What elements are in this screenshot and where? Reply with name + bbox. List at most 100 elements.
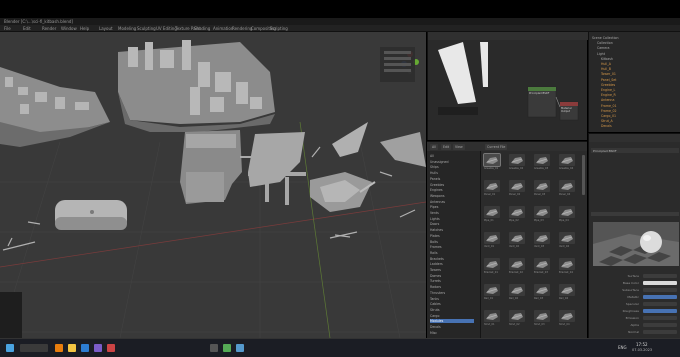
asset-thumbnail[interactable] (559, 310, 575, 322)
asset-thumbnail[interactable] (559, 232, 575, 244)
outliner-row[interactable]: Camera (597, 46, 610, 50)
menu-item[interactable]: Window (61, 25, 77, 32)
catalog-tree-item[interactable]: Hulls (430, 171, 474, 175)
asset-thumbnail[interactable] (559, 154, 575, 166)
catalog-tree-item[interactable]: Decals (430, 325, 474, 329)
menu-item[interactable]: Render (42, 25, 56, 32)
asset-thumbnail[interactable] (559, 284, 575, 296)
catalog-tree-item[interactable]: Tanks (430, 297, 474, 301)
outliner-row[interactable]: Greebles (601, 83, 615, 87)
catalog-tree-item[interactable]: Bolts (430, 240, 474, 244)
asset-thumbnail[interactable] (509, 284, 525, 296)
asset-thumbnail[interactable] (484, 232, 500, 244)
properties-editor[interactable]: Principled BSDF Surface Base Color Subsurf… (588, 133, 680, 338)
menu-item[interactable]: Scripting (270, 25, 288, 32)
catalog-tree-item[interactable]: Plates (430, 234, 474, 238)
asset-library-select[interactable]: Current File (485, 144, 508, 150)
asset-thumbnail[interactable] (484, 284, 500, 296)
catalog-tree-item[interactable]: Turrets (430, 279, 474, 283)
property-field[interactable] (643, 330, 677, 334)
asset-tab-all[interactable]: All (430, 144, 438, 150)
taskbar-clock[interactable]: 17:52 (636, 342, 648, 347)
asset-thumbnail[interactable] (509, 206, 525, 218)
menu-item[interactable]: Sculpting (137, 25, 156, 32)
menu-item[interactable]: File (4, 25, 11, 32)
catalog-tree-item[interactable]: Misc (430, 331, 474, 335)
menu-item[interactable]: Rendering (232, 25, 252, 32)
catalog-tree-item[interactable]: Antennas (430, 200, 474, 204)
catalog-tree-item[interactable]: All (430, 154, 474, 158)
outliner-row[interactable]: Engine_R (601, 93, 616, 97)
property-field[interactable] (643, 288, 677, 292)
outliner-row[interactable]: Strut_A (601, 119, 613, 123)
app-taskbar-icon-4[interactable] (236, 344, 244, 352)
catalog-tree-item[interactable]: Brackets (430, 257, 474, 261)
asset-catalog-tree[interactable]: All Unassigned Ships Hulls Panels Greebles Eng… (427, 151, 481, 338)
catalog-tree-item[interactable]: Vents (430, 211, 474, 215)
edge-taskbar-icon[interactable] (81, 344, 89, 352)
app-taskbar-icon[interactable] (94, 344, 102, 352)
catalog-tree-item[interactable]: Pipes (430, 205, 474, 209)
property-field[interactable] (643, 309, 677, 313)
asset-tab-edit[interactable]: Edit (441, 144, 452, 150)
property-field[interactable] (643, 295, 677, 299)
outliner-row[interactable]: Hull_A (601, 62, 611, 66)
outliner-row[interactable]: Kitbash (601, 57, 613, 61)
outliner-row[interactable]: Scene Collection (592, 36, 619, 40)
asset-thumbnail[interactable] (484, 310, 500, 322)
catalog-tree-item[interactable]: Hatches (430, 228, 474, 232)
asset-thumbnail[interactable] (559, 258, 575, 270)
asset-thumbnail[interactable] (559, 180, 575, 192)
outliner-row[interactable]: Frame_02 (601, 109, 617, 113)
outliner-row[interactable]: Engine_L (601, 88, 615, 92)
catalog-tree-item[interactable]: Rails (430, 251, 474, 255)
catalog-tree-item[interactable]: Radars (430, 285, 474, 289)
catalog-tree-item[interactable]: Cargo (430, 314, 474, 318)
catalog-tree-item[interactable]: Frames (430, 245, 474, 249)
outliner-row[interactable]: Panel_Set (601, 78, 616, 82)
asset-thumbnail[interactable] (509, 258, 525, 270)
outliner-row[interactable]: Collection (597, 41, 613, 45)
catalog-tree-item[interactable]: Panels (430, 177, 474, 181)
catalog-tree-item[interactable]: Struts (430, 308, 474, 312)
property-field[interactable] (643, 323, 677, 327)
catalog-tree-item[interactable]: Ships (430, 165, 474, 169)
asset-thumbnail[interactable] (559, 206, 575, 218)
outliner-row[interactable]: Light (597, 52, 605, 56)
taskbar-search[interactable] (20, 344, 48, 352)
asset-thumbnail[interactable] (509, 310, 525, 322)
catalog-tree-item[interactable]: Doors (430, 222, 474, 226)
property-field[interactable] (643, 281, 677, 285)
property-field[interactable] (643, 274, 677, 278)
outliner-row[interactable]: Decals (601, 124, 612, 128)
catalog-tree-item[interactable]: Cables (430, 302, 474, 306)
asset-thumbnail[interactable] (509, 180, 525, 192)
property-field[interactable] (643, 302, 677, 306)
asset-thumbnail[interactable] (509, 154, 525, 166)
asset-thumbnail[interactable] (534, 206, 550, 218)
app-taskbar-icon-3[interactable] (223, 344, 231, 352)
asset-thumbnail[interactable] (484, 180, 500, 192)
catalog-tree-item[interactable]: Lights (430, 217, 474, 221)
asset-grid[interactable]: Greeble_01 Greeble_02 Greeble_03 Greeble_04… (481, 151, 587, 338)
menu-item[interactable]: Edit (23, 25, 31, 32)
menu-item[interactable]: Help (80, 25, 89, 32)
app-taskbar-icon-2[interactable] (210, 344, 218, 352)
catalog-tree-item[interactable]: Thrusters (430, 291, 474, 295)
catalog-tree-item[interactable]: Ladders (430, 262, 474, 266)
asset-thumbnail[interactable] (534, 284, 550, 296)
asset-grid-scrollbar[interactable] (582, 155, 585, 195)
outliner-row[interactable]: Cargo_01 (601, 114, 616, 118)
asset-thumbnail[interactable] (534, 180, 550, 192)
blender-taskbar-icon[interactable] (55, 344, 63, 352)
outliner-row[interactable]: Frame_01 (601, 104, 617, 108)
asset-thumbnail[interactable] (483, 153, 501, 167)
menu-item[interactable]: Animation (213, 25, 233, 32)
catalog-tree-item[interactable]: Unassigned (430, 160, 474, 164)
asset-thumbnail[interactable] (534, 154, 550, 166)
outliner-row[interactable]: Tower_01 (601, 72, 616, 76)
outliner-row[interactable]: Antenna (601, 98, 614, 102)
asset-tab-view[interactable]: View (453, 144, 465, 150)
explorer-taskbar-icon[interactable] (68, 344, 76, 352)
catalog-tree-item[interactable]: Engines (430, 188, 474, 192)
